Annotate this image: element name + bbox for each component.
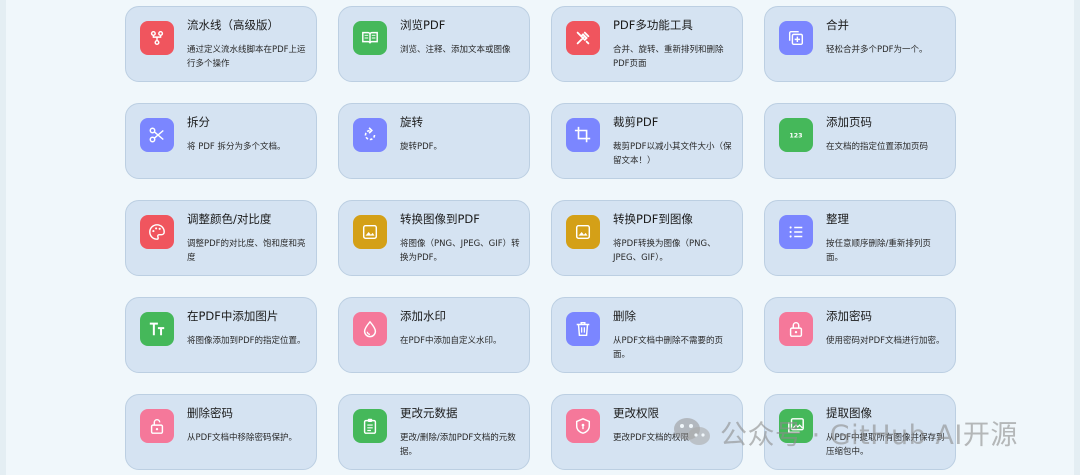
lock-icon bbox=[779, 312, 813, 346]
tool-description: 调整PDF的对比度、饱和度和亮度 bbox=[187, 239, 306, 263]
tool-title: 添加水印 bbox=[400, 309, 446, 323]
tool-title: 流水线（高级版） bbox=[187, 18, 279, 32]
tool-title: 提取图像 bbox=[826, 406, 872, 420]
tool-description: 在PDF中添加自定义水印。 bbox=[400, 336, 502, 346]
tool-card[interactable]: 添加密码使用密码对PDF文档进行加密。 bbox=[764, 297, 956, 373]
pipeline-icon bbox=[140, 21, 174, 55]
tool-description: 从PDF中提取所有图像并保存到压缩包中。 bbox=[826, 433, 945, 457]
tool-card[interactable]: 删除密码从PDF文档中移除密码保护。 bbox=[125, 394, 317, 470]
tool-title: 更改权限 bbox=[613, 406, 659, 420]
list-icon bbox=[779, 215, 813, 249]
tool-card[interactable]: 更改权限更改PDF文档的权限 bbox=[551, 394, 743, 470]
tool-title: 合并 bbox=[826, 18, 849, 32]
svg-text:123: 123 bbox=[789, 133, 802, 140]
tool-card[interactable]: 删除从PDF文档中删除不需要的页面。 bbox=[551, 297, 743, 373]
tool-description: 裁剪PDF以减小其文件大小（保留文本！） bbox=[613, 142, 732, 166]
tool-description: 合并、旋转、重新排列和删除PDF页面 bbox=[613, 45, 724, 69]
tool-card[interactable]: 提取图像从PDF中提取所有图像并保存到压缩包中。 bbox=[764, 394, 956, 470]
tool-title: 整理 bbox=[826, 212, 849, 226]
tool-description: 更改PDF文档的权限 bbox=[613, 433, 690, 443]
tool-card[interactable]: 转换图像到PDF 将图像（PNG、JPEG、GIF）转换为PDF。 bbox=[338, 200, 530, 276]
tool-title: 在PDF中添加图片 bbox=[187, 309, 279, 323]
tool-card[interactable]: 整理按任意顺序删除/重新排列页面。 bbox=[764, 200, 956, 276]
trash-icon bbox=[566, 312, 600, 346]
tool-description: 从PDF文档中移除密码保护。 bbox=[187, 433, 298, 443]
tool-description: 将 PDF 拆分为多个文档。 bbox=[187, 142, 286, 152]
tool-title: 拆分 bbox=[187, 115, 210, 129]
clipboard-icon bbox=[353, 409, 387, 443]
tool-description: 旋转PDF。 bbox=[400, 142, 443, 152]
image-icon bbox=[566, 215, 600, 249]
tool-title: 更改元数据 bbox=[400, 406, 458, 420]
tool-card[interactable]: 流水线（高级版） 通过定义流水线脚本在PDF上运行多个操作 bbox=[125, 6, 317, 82]
tool-card[interactable]: 旋转旋转PDF。 bbox=[338, 103, 530, 179]
tool-card[interactable]: 拆分将 PDF 拆分为多个文档。 bbox=[125, 103, 317, 179]
tool-title: 旋转 bbox=[400, 115, 423, 129]
tool-description: 更改/删除/添加PDF文档的元数据。 bbox=[400, 433, 516, 457]
tool-title: 裁剪PDF bbox=[613, 115, 659, 129]
tool-description: 在文档的指定位置添加页码 bbox=[826, 142, 929, 152]
droplet-icon bbox=[353, 312, 387, 346]
shield-icon bbox=[566, 409, 600, 443]
rotate-icon bbox=[353, 118, 387, 152]
tool-card[interactable]: 调整颜色/对比度调整PDF的对比度、饱和度和亮度 bbox=[125, 200, 317, 276]
page-numbers-icon: 123 bbox=[779, 118, 813, 152]
tool-card[interactable]: 在PDF中添加图片将图像添加到PDF的指定位置。 bbox=[125, 297, 317, 373]
tool-description: 轻松合并多个PDF为一个。 bbox=[826, 45, 928, 55]
tool-description: 将PDF转换为图像（PNG、JPEG、GIF）。 bbox=[613, 239, 716, 263]
text-size-icon bbox=[140, 312, 174, 346]
image-icon bbox=[353, 215, 387, 249]
tool-description: 将图像添加到PDF的指定位置。 bbox=[187, 336, 306, 346]
tool-title: 添加页码 bbox=[826, 115, 872, 129]
tool-card[interactable]: 转换PDF到图像将PDF转换为图像（PNG、JPEG、GIF）。 bbox=[551, 200, 743, 276]
tool-card[interactable]: 裁剪PDF 裁剪PDF以减小其文件大小（保留文本！） bbox=[551, 103, 743, 179]
tool-card[interactable]: 合并轻松合并多个PDF为一个。 bbox=[764, 6, 956, 82]
tool-title: 转换PDF到图像 bbox=[613, 212, 693, 226]
tool-card[interactable]: PDF多功能工具合并、旋转、重新排列和删除PDF页面 bbox=[551, 6, 743, 82]
tool-title: 转换图像到PDF bbox=[400, 212, 480, 226]
tool-description: 从PDF文档中删除不需要的页面。 bbox=[613, 336, 724, 360]
tool-title: PDF多功能工具 bbox=[613, 18, 693, 32]
tool-card[interactable]: 添加水印在PDF中添加自定义水印。 bbox=[338, 297, 530, 373]
tool-title: 添加密码 bbox=[826, 309, 872, 323]
images-icon bbox=[779, 409, 813, 443]
tool-card[interactable]: 123 添加页码在文档的指定位置添加页码 bbox=[764, 103, 956, 179]
tool-description: 使用密码对PDF文档进行加密。 bbox=[826, 336, 945, 346]
tool-title: 调整颜色/对比度 bbox=[187, 212, 272, 226]
tool-card[interactable]: 浏览PDF 浏览、注释、添加文本或图像 bbox=[338, 6, 530, 82]
tool-description: 浏览、注释、添加文本或图像 bbox=[400, 45, 511, 55]
tool-description: 通过定义流水线脚本在PDF上运行多个操作 bbox=[187, 45, 306, 69]
tool-description: 将图像（PNG、JPEG、GIF）转换为PDF。 bbox=[400, 239, 520, 263]
merge-icon bbox=[779, 21, 813, 55]
tool-title: 删除密码 bbox=[187, 406, 233, 420]
book-icon bbox=[353, 21, 387, 55]
palette-icon bbox=[140, 215, 174, 249]
tool-title: 删除 bbox=[613, 309, 636, 323]
tool-grid: 流水线（高级版） 通过定义流水线脚本在PDF上运行多个操作 浏览PDF 浏览、注释、添… bbox=[0, 0, 1080, 475]
tool-description: 按任意顺序删除/重新排列页面。 bbox=[826, 239, 931, 263]
tool-title: 浏览PDF bbox=[400, 18, 446, 32]
unlock-icon bbox=[140, 409, 174, 443]
scissors-icon bbox=[140, 118, 174, 152]
tool-card[interactable]: 更改元数据更改/删除/添加PDF文档的元数据。 bbox=[338, 394, 530, 470]
crop-icon bbox=[566, 118, 600, 152]
tools-icon bbox=[566, 21, 600, 55]
